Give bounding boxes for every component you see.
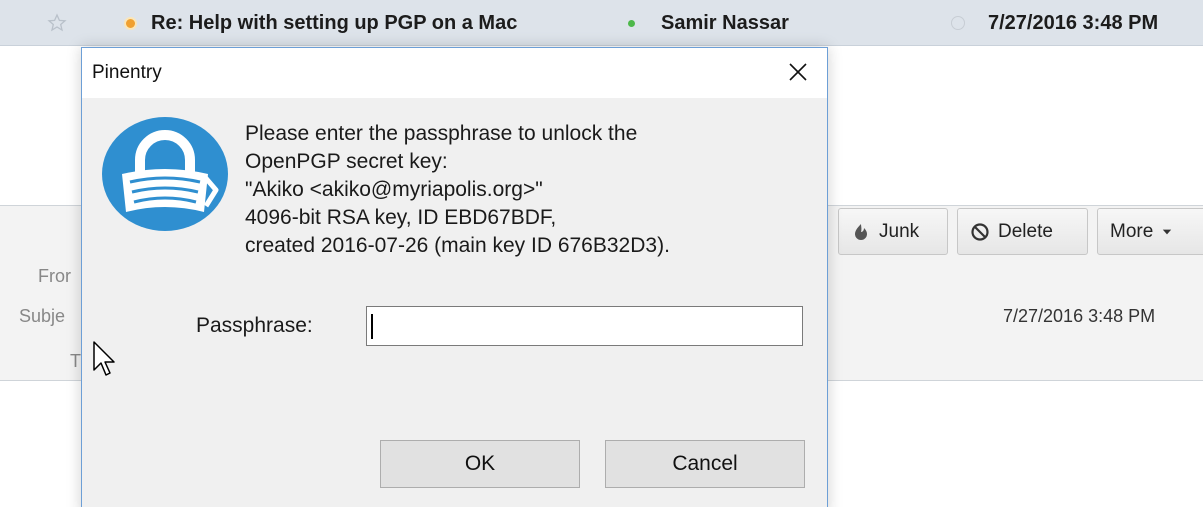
online-status-icon <box>628 20 635 27</box>
ok-button[interactable]: OK <box>380 440 580 488</box>
passphrase-input[interactable] <box>366 306 803 346</box>
prompt-line: OpenPGP secret key: <box>245 150 448 173</box>
junk-button[interactable]: Junk <box>838 208 948 255</box>
message-date: 7/27/2016 3:48 PM <box>988 12 1159 34</box>
close-button[interactable] <box>775 50 821 94</box>
thread-dot-icon <box>126 19 135 28</box>
message-subject[interactable]: Re: Help with setting up PGP on a Mac <box>151 12 517 34</box>
more-label: More <box>1110 220 1154 242</box>
star-icon[interactable] <box>47 13 67 33</box>
from-label: Fror <box>38 266 71 286</box>
delete-button[interactable]: Delete <box>957 208 1088 255</box>
dialog-title: Pinentry <box>92 62 162 83</box>
junk-flame-icon <box>855 223 867 240</box>
text-caret <box>371 314 373 339</box>
passphrase-label: Passphrase: <box>196 314 313 337</box>
prompt-line: created 2016-07-26 (main key ID 676B32D3… <box>245 234 670 257</box>
message-list-row[interactable]: Re: Help with setting up PGP on a Mac Sa… <box>0 0 1203 46</box>
mouse-pointer-icon <box>92 340 118 378</box>
delete-label: Delete <box>998 220 1053 242</box>
junk-label: Junk <box>879 220 920 242</box>
cancel-button[interactable]: Cancel <box>605 440 805 488</box>
message-sender[interactable]: Samir Nassar <box>661 12 789 34</box>
more-button[interactable]: More <box>1097 208 1203 255</box>
subject-label: Subje <box>19 306 66 326</box>
prompt-line: 4096-bit RSA key, ID EBD67BDF, <box>245 206 557 229</box>
lock-logo-icon <box>100 116 230 232</box>
chevron-down-icon <box>1163 229 1172 234</box>
header-date: 7/27/2016 3:48 PM <box>1003 306 1156 326</box>
prompt-line: "Akiko <akiko@myriapolis.org>" <box>245 178 543 201</box>
to-label: T <box>70 351 81 371</box>
pinentry-dialog: Pinentry Please enter the passphrase to … <box>81 47 828 507</box>
clock-icon <box>951 16 965 30</box>
prohibited-icon <box>971 222 989 241</box>
prompt-line: Please enter the passphrase to unlock th… <box>245 122 638 145</box>
dialog-titlebar[interactable]: Pinentry <box>82 48 827 98</box>
close-icon <box>789 63 807 81</box>
passphrase-prompt: Please enter the passphrase to unlock th… <box>245 120 670 260</box>
